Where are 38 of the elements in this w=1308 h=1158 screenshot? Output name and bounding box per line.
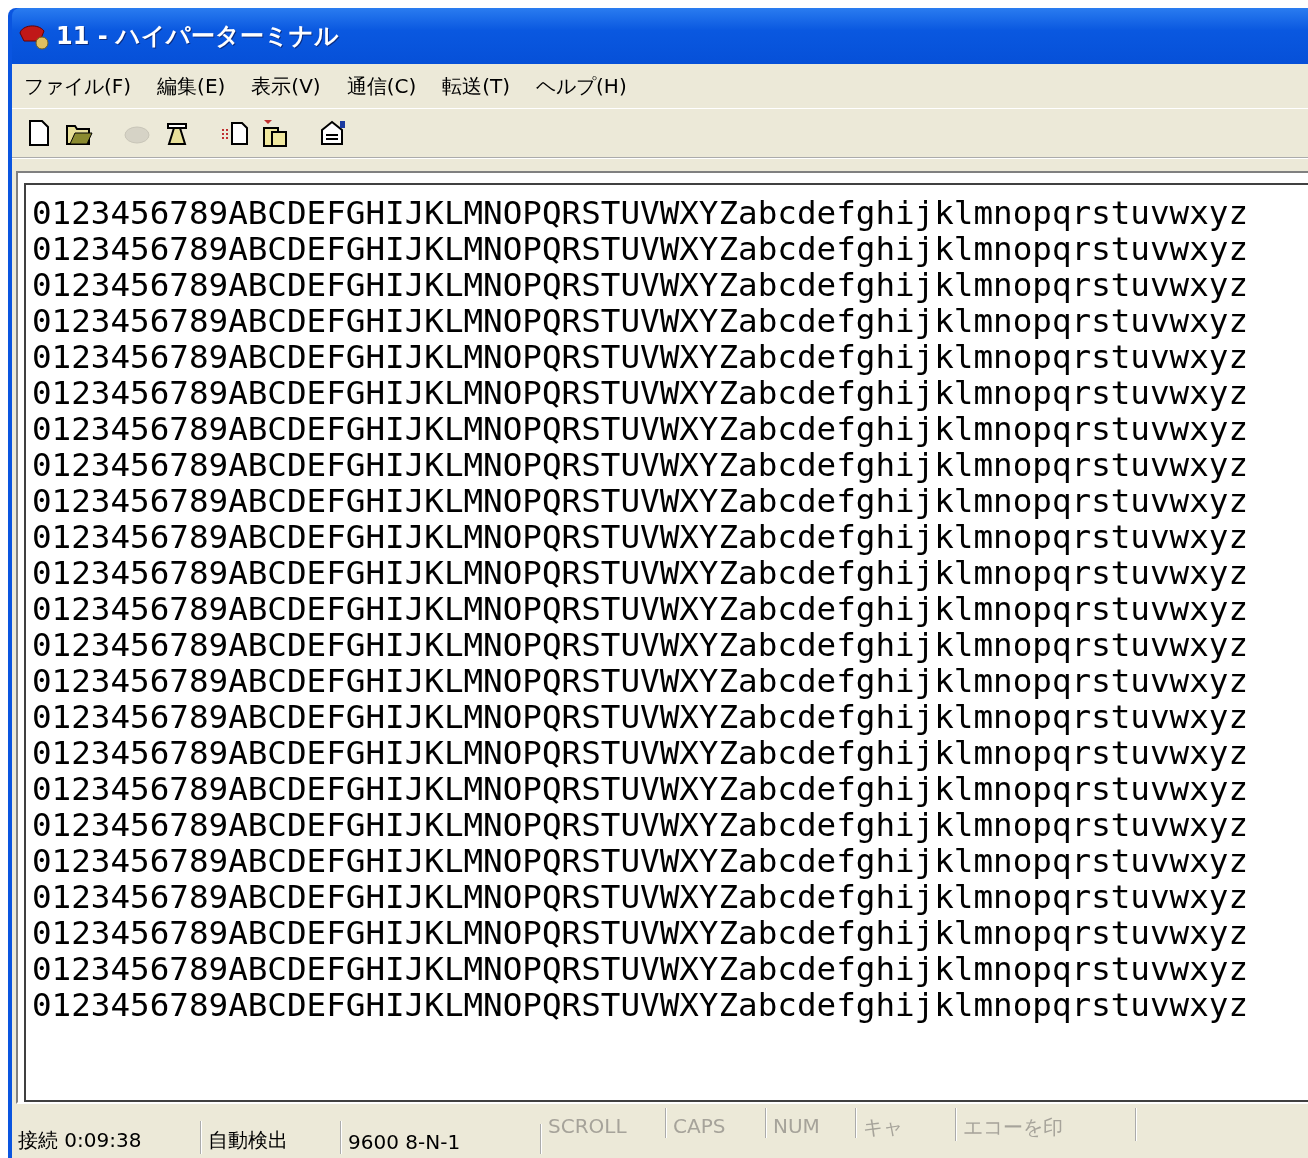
terminal-line: 0123456789ABCDEFGHIJKLMNOPQRSTUVWXYZabcdefghijklmnopqrstuvwxyz [32,699,1250,735]
status-indicator: 接続 0:09:38 [12,1121,202,1154]
terminal-line: 0123456789ABCDEFGHIJKLMNOPQRSTUVWXYZabcdefghijklmnopqrstuvwxyz [32,195,1250,231]
status-indicator: SCROLL [542,1108,667,1138]
status-indicator: CAPS [667,1108,767,1138]
menu-item[interactable]: 編集(E) [157,72,226,100]
terminal-line: 0123456789ABCDEFGHIJKLMNOPQRSTUVWXYZabcdefghijklmnopqrstuvwxyz [32,447,1250,483]
terminal-line: 0123456789ABCDEFGHIJKLMNOPQRSTUVWXYZabcdefghijklmnopqrstuvwxyz [32,411,1250,447]
terminal-line: 0123456789ABCDEFGHIJKLMNOPQRSTUVWXYZabcdefghijklmnopqrstuvwxyz [32,267,1250,303]
terminal-line: 0123456789ABCDEFGHIJKLMNOPQRSTUVWXYZabcdefghijklmnopqrstuvwxyz [32,483,1250,519]
terminal-line: 0123456789ABCDEFGHIJKLMNOPQRSTUVWXYZabcdefghijklmnopqrstuvwxyz [32,735,1250,771]
terminal-line: 0123456789ABCDEFGHIJKLMNOPQRSTUVWXYZabcdefghijklmnopqrstuvwxyz [32,807,1250,843]
terminal-line: 0123456789ABCDEFGHIJKLMNOPQRSTUVWXYZabcdefghijklmnopqrstuvwxyz [32,843,1250,879]
menu-item[interactable]: 通信(C) [346,72,417,100]
terminal-line: 0123456789ABCDEFGHIJKLMNOPQRSTUVWXYZabcdefghijklmnopqrstuvwxyz [32,339,1250,375]
menu-item[interactable]: 表示(V) [251,72,321,100]
terminal-line: 0123456789ABCDEFGHIJKLMNOPQRSTUVWXYZabcdefghijklmnopqrstuvwxyz [32,915,1250,951]
terminal-line: 0123456789ABCDEFGHIJKLMNOPQRSTUVWXYZabcdefghijklmnopqrstuvwxyz [32,231,1250,267]
terminal-line: 0123456789ABCDEFGHIJKLMNOPQRSTUVWXYZabcdefghijklmnopqrstuvwxyz [32,879,1250,915]
terminal-line: 0123456789ABCDEFGHIJKLMNOPQRSTUVWXYZabcdefghijklmnopqrstuvwxyz [32,663,1250,699]
status-indicator: NUM [767,1108,857,1138]
terminal-line: 0123456789ABCDEFGHIJKLMNOPQRSTUVWXYZabcdefghijklmnopqrstuvwxyz [32,771,1250,807]
terminal-line: 0123456789ABCDEFGHIJKLMNOPQRSTUVWXYZabcdefghijklmnopqrstuvwxyz [32,951,1250,987]
menu-item[interactable]: ファイル(F) [24,72,132,100]
terminal-line: 0123456789ABCDEFGHIJKLMNOPQRSTUVWXYZabcdefghijklmnopqrstuvwxyz [32,591,1250,627]
terminal-line: 0123456789ABCDEFGHIJKLMNOPQRSTUVWXYZabcdefghijklmnopqrstuvwxyz [32,555,1250,591]
terminal-line: 0123456789ABCDEFGHIJKLMNOPQRSTUVWXYZabcdefghijklmnopqrstuvwxyz [32,519,1250,555]
menu-item[interactable]: 転送(T) [442,72,511,100]
terminal-line: 0123456789ABCDEFGHIJKLMNOPQRSTUVWXYZabcdefghijklmnopqrstuvwxyz [32,375,1250,411]
window-title: 11 - ハイパーターミナル [56,21,340,52]
menu-item[interactable]: ヘルプ(H) [536,72,627,100]
status-indicator: エコーを印 [957,1108,1137,1141]
status-indicator: 自動検出 [202,1121,342,1154]
terminal-line: 0123456789ABCDEFGHIJKLMNOPQRSTUVWXYZabcdefghijklmnopqrstuvwxyz [32,627,1250,663]
status-indicator: キャ [857,1108,957,1141]
terminal-line: 0123456789ABCDEFGHIJKLMNOPQRSTUVWXYZabcdefghijklmnopqrstuvwxyz [32,303,1250,339]
status-indicator: 9600 8-N-1 [342,1124,542,1154]
terminal-line: 0123456789ABCDEFGHIJKLMNOPQRSTUVWXYZabcdefghijklmnopqrstuvwxyz [32,987,1250,1023]
